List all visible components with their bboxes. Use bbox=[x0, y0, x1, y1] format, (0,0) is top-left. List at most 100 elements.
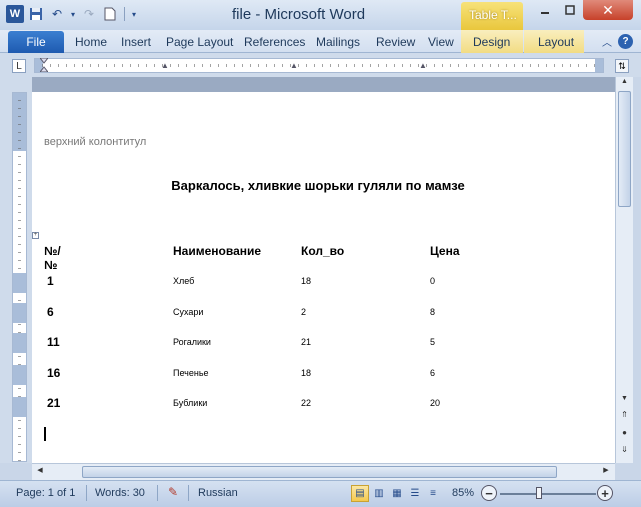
new-document-icon[interactable] bbox=[101, 5, 119, 23]
language-indicator[interactable]: Russian bbox=[198, 487, 238, 499]
window-title: file - Microsoft Word bbox=[232, 6, 366, 23]
tab-design[interactable]: Design bbox=[461, 30, 523, 53]
table-cell-qty[interactable]: 18 bbox=[301, 276, 311, 286]
document-area[interactable]: верхний колонтитул Варкалось, хливкие шо… bbox=[32, 77, 615, 463]
tab-home[interactable]: Home bbox=[75, 33, 107, 53]
table-cell-number[interactable]: 6 bbox=[47, 305, 54, 319]
table-column-marker-icon[interactable]: ▲ bbox=[419, 61, 427, 70]
previous-page-icon[interactable]: ⇑ bbox=[620, 410, 629, 419]
help-icon[interactable]: ? bbox=[618, 34, 633, 49]
close-button[interactable]: ✕ bbox=[583, 0, 633, 20]
table-cell-price[interactable]: 5 bbox=[430, 337, 435, 347]
table-cell-number[interactable]: 16 bbox=[47, 366, 60, 380]
table-row-marker bbox=[13, 303, 26, 323]
vertical-ruler[interactable] bbox=[12, 92, 27, 462]
table-cell-qty[interactable]: 22 bbox=[301, 398, 311, 408]
table-header-cell[interactable]: Цена bbox=[430, 244, 460, 258]
page-count[interactable]: Page: 1 of 1 bbox=[16, 487, 75, 499]
word-app-icon[interactable]: W bbox=[6, 5, 24, 23]
outline-icon[interactable]: ☰ bbox=[406, 485, 424, 502]
browse-object-icon[interactable]: ● bbox=[620, 428, 629, 437]
horizontal-scrollbar[interactable]: ◀ ▶ bbox=[32, 463, 615, 480]
tab-insert[interactable]: Insert bbox=[121, 33, 151, 53]
document-page[interactable]: верхний колонтитул Варкалось, хливкие шо… bbox=[32, 92, 615, 463]
scroll-up-icon[interactable]: ▲ bbox=[618, 78, 631, 90]
quick-access-toolbar: W ↶ ▾ ↷ ▾ bbox=[6, 5, 138, 23]
word-count[interactable]: Words: 30 bbox=[95, 487, 145, 499]
document-title[interactable]: Варкалось, хливкие шорьки гуляли по мамз… bbox=[32, 178, 604, 193]
table-cell-price[interactable]: 20 bbox=[430, 398, 440, 408]
tab-layout[interactable]: Layout bbox=[524, 30, 584, 53]
tab-view[interactable]: View bbox=[428, 33, 454, 53]
redo-icon[interactable]: ↷ bbox=[80, 5, 98, 23]
table-cell-qty[interactable]: 2 bbox=[301, 307, 306, 317]
table-cell-number[interactable]: 21 bbox=[47, 396, 60, 410]
table-row-marker bbox=[13, 333, 26, 353]
horizontal-ruler[interactable]: ▲ ▲ ▲ bbox=[34, 57, 604, 73]
ribbon-tab-bar: File Home Insert Page Layout References … bbox=[0, 30, 641, 53]
status-separator bbox=[157, 485, 158, 501]
qat-separator bbox=[124, 7, 125, 21]
tab-mailings[interactable]: Mailings bbox=[316, 33, 360, 53]
table-cell-name[interactable]: Печенье bbox=[173, 368, 209, 378]
minimize-button[interactable] bbox=[532, 0, 557, 20]
title-bar: W ↶ ▾ ↷ ▾ file - Microsoft Word Table T.… bbox=[0, 0, 641, 30]
table-row-marker bbox=[13, 365, 26, 385]
table-row-marker bbox=[13, 397, 26, 417]
draft-icon[interactable]: ≡ bbox=[424, 485, 442, 502]
table-header-cell[interactable]: Наименование bbox=[173, 244, 261, 258]
tab-references[interactable]: References bbox=[244, 33, 305, 53]
table-cell-name[interactable]: Рогалики bbox=[173, 337, 211, 347]
table-cell-price[interactable]: 0 bbox=[430, 276, 435, 286]
table-header-cell[interactable]: №/№ bbox=[44, 244, 61, 272]
scroll-left-icon[interactable]: ◀ bbox=[34, 466, 46, 478]
status-separator bbox=[188, 485, 189, 501]
web-layout-icon[interactable]: ▦ bbox=[388, 485, 406, 502]
full-screen-reading-icon[interactable]: ▥ bbox=[370, 485, 388, 502]
next-page-icon[interactable]: ⇓ bbox=[620, 445, 629, 454]
tab-review[interactable]: Review bbox=[376, 33, 415, 53]
customize-qat-icon[interactable]: ▾ bbox=[130, 5, 138, 23]
maximize-button[interactable] bbox=[557, 0, 582, 20]
table-cell-qty[interactable]: 18 bbox=[301, 368, 311, 378]
expand-ribbon-icon[interactable]: ︿ bbox=[602, 34, 612, 49]
table-cell-name[interactable]: Бублики bbox=[173, 398, 207, 408]
table-cell-qty[interactable]: 21 bbox=[301, 337, 311, 347]
table-cell-number[interactable]: 11 bbox=[47, 335, 60, 349]
ruler-ticks bbox=[35, 59, 603, 72]
table-move-handle-icon[interactable]: + bbox=[32, 232, 39, 239]
zoom-in-button[interactable]: + bbox=[597, 485, 613, 501]
table-cell-name[interactable]: Сухари bbox=[173, 307, 203, 317]
table-row-marker bbox=[13, 273, 26, 293]
page-header[interactable]: верхний колонтитул bbox=[44, 136, 146, 148]
tab-page-layout[interactable]: Page Layout bbox=[166, 33, 233, 53]
scroll-right-icon[interactable]: ▶ bbox=[600, 466, 612, 478]
right-margin-region bbox=[595, 59, 603, 72]
status-separator bbox=[86, 485, 87, 501]
vertical-scroll-thumb[interactable] bbox=[618, 91, 631, 207]
table-cell-price[interactable]: 6 bbox=[430, 368, 435, 378]
zoom-level[interactable]: 85% bbox=[452, 487, 474, 499]
status-bar: Page: 1 of 1 Words: 30 ✎ Russian ▤ ▥ ▦ ☰… bbox=[0, 480, 641, 507]
scroll-down-icon[interactable]: ▼ bbox=[618, 395, 631, 407]
undo-icon[interactable]: ↶ bbox=[48, 5, 66, 23]
save-icon[interactable] bbox=[27, 5, 45, 23]
zoom-slider-track[interactable] bbox=[500, 493, 596, 495]
table-cell-number[interactable]: 1 bbox=[47, 274, 54, 288]
table-cell-name[interactable]: Хлеб bbox=[173, 276, 194, 286]
zoom-slider-thumb[interactable] bbox=[536, 487, 542, 499]
table-column-marker-icon[interactable]: ▲ bbox=[290, 61, 298, 70]
zoom-out-button[interactable]: − bbox=[481, 485, 497, 501]
print-layout-icon[interactable]: ▤ bbox=[351, 485, 369, 502]
proofing-icon[interactable]: ✎ bbox=[165, 485, 181, 501]
view-ruler-icon[interactable]: ⇅ bbox=[615, 59, 629, 73]
indent-marker-icon[interactable] bbox=[38, 57, 50, 73]
table-header-cell[interactable]: Кол_во bbox=[301, 244, 344, 258]
horizontal-scroll-thumb[interactable] bbox=[82, 466, 557, 478]
tab-file[interactable]: File bbox=[8, 31, 64, 53]
tab-selector-button[interactable]: L bbox=[12, 59, 26, 73]
vertical-scrollbar[interactable]: ▲ ▼ ⇑ ● ⇓ bbox=[615, 77, 633, 463]
undo-dropdown-icon[interactable]: ▾ bbox=[69, 5, 77, 23]
table-column-marker-icon[interactable]: ▲ bbox=[161, 61, 169, 70]
table-cell-price[interactable]: 8 bbox=[430, 307, 435, 317]
